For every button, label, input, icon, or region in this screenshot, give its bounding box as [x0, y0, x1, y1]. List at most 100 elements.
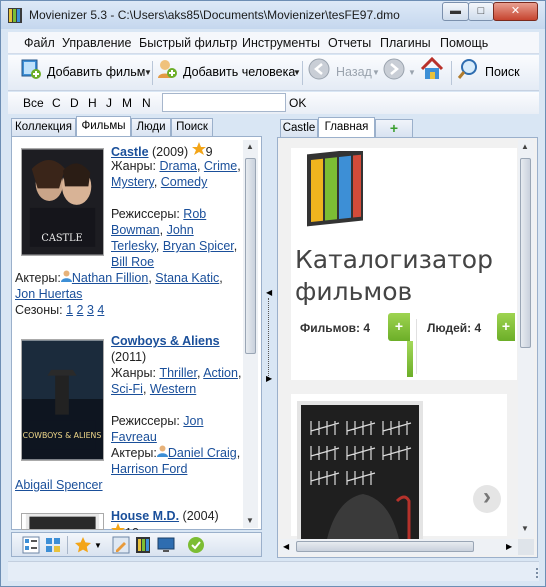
letter-n[interactable]: N: [142, 96, 151, 110]
grid-view-icon[interactable]: [44, 536, 62, 554]
scroll-thumb[interactable]: [296, 541, 474, 552]
actor-link[interactable]: Daniel Craig: [168, 446, 237, 460]
home-vertical-scrollbar[interactable]: ▲ ▼: [518, 140, 534, 538]
castle-directors: Режиссеры: Rob Bowman, John Terlesky, Br…: [111, 207, 238, 269]
actor-link[interactable]: Stana Katic: [155, 271, 219, 285]
featured-poster[interactable]: [297, 401, 423, 539]
scroll-thumb[interactable]: [245, 158, 256, 354]
edit-icon[interactable]: [112, 536, 130, 554]
menu-manage[interactable]: Управление: [62, 36, 132, 50]
view-toolbar: ▼: [11, 532, 262, 557]
accent-bar: [407, 341, 413, 377]
genre-link[interactable]: Comedy: [161, 175, 208, 189]
actor-link[interactable]: Nathan Fillion: [72, 271, 148, 285]
tab-collection[interactable]: Коллекция: [11, 118, 76, 136]
castle-poster[interactable]: CASTLE: [21, 148, 104, 256]
filmstrip-icon[interactable]: [134, 536, 152, 554]
menu-plugins[interactable]: Плагины: [380, 36, 431, 50]
toolbar-separator: [451, 61, 452, 85]
maximize-button[interactable]: □: [468, 2, 494, 21]
ok-button[interactable]: OK: [289, 96, 306, 110]
window-title: Movienizer 5.3 - C:\Users\aks85\Document…: [29, 8, 400, 22]
chevron-down-icon[interactable]: ▼: [408, 68, 416, 77]
tab-home[interactable]: Главная: [318, 117, 375, 137]
chevron-down-icon[interactable]: ▼: [372, 68, 380, 77]
cowboys-directors: Режиссеры: Jon Favreau: [111, 413, 243, 445]
genre-link[interactable]: Western: [150, 382, 196, 396]
genre-link[interactable]: Mystery: [111, 175, 154, 189]
castle-poster-text: CASTLE: [41, 233, 82, 244]
menu-quick-filter[interactable]: Быстрый фильтр: [139, 36, 237, 50]
season-link[interactable]: 2: [77, 303, 84, 317]
app-logo-icon: [8, 8, 22, 23]
actor-link[interactable]: Harrison Ford: [111, 462, 187, 476]
genre-link[interactable]: Thriller: [159, 366, 197, 380]
scroll-up-icon[interactable]: ▲: [246, 142, 254, 151]
director-link[interactable]: Bill Roe: [111, 255, 154, 269]
forward-arrow-icon[interactable]: [383, 58, 405, 80]
filter-input[interactable]: [162, 93, 286, 112]
scroll-down-icon[interactable]: ▼: [521, 524, 529, 533]
house-md-poster[interactable]: [21, 513, 104, 530]
menu-help[interactable]: Помощь: [440, 36, 488, 50]
scroll-right-icon[interactable]: ▶: [506, 542, 512, 551]
catalog-logo-icon: [307, 151, 363, 227]
season-link[interactable]: 1: [66, 303, 73, 317]
movie-rating: 10: [125, 526, 139, 530]
home-horizontal-scrollbar[interactable]: ◀ ▶: [280, 539, 518, 555]
tab-search[interactable]: Поиск: [171, 118, 213, 136]
add-movie-icon: [21, 59, 41, 79]
home-icon[interactable]: [419, 56, 445, 82]
movie-list-scrollbar[interactable]: ▲ ▼: [243, 140, 258, 528]
letter-all[interactable]: Все: [23, 96, 44, 110]
scroll-up-icon[interactable]: ▲: [521, 142, 529, 151]
genre-link[interactable]: Drama: [159, 159, 197, 173]
tab-add-new[interactable]: +: [375, 119, 413, 137]
add-movie-plus-button[interactable]: +: [388, 313, 410, 341]
star-filter-icon[interactable]: [74, 536, 92, 554]
genre-link[interactable]: Action: [203, 366, 238, 380]
castle-actors: Актеры: Nathan Fillion, Stana Katic, Jon …: [15, 270, 223, 301]
director-link[interactable]: Bryan Spicer: [163, 239, 234, 253]
genre-link[interactable]: Crime: [204, 159, 237, 173]
title-bar[interactable]: Movienizer 5.3 - C:\Users\aks85\Document…: [1, 1, 545, 29]
list-view-icon[interactable]: [22, 536, 40, 554]
letter-j[interactable]: J: [106, 96, 112, 110]
letter-h[interactable]: H: [88, 96, 97, 110]
letter-c[interactable]: C: [52, 96, 61, 110]
collapse-left-icon[interactable]: ◀: [266, 288, 272, 297]
resize-grip[interactable]: [530, 568, 538, 578]
monitor-icon[interactable]: [157, 536, 175, 554]
menu-reports[interactable]: Отчеты: [328, 36, 371, 50]
cowboys-aliens-poster[interactable]: COWBOYS & ALIENS: [21, 339, 104, 461]
movie-title[interactable]: Cowboys & Aliens: [111, 334, 220, 348]
chevron-down-icon[interactable]: ▼: [144, 68, 152, 77]
checkmark-icon[interactable]: [187, 536, 205, 554]
next-arrow-button[interactable]: ›: [473, 485, 501, 513]
minimize-button[interactable]: ▬: [442, 2, 469, 21]
scroll-left-icon[interactable]: ◀: [283, 542, 289, 551]
season-link[interactable]: 3: [87, 303, 94, 317]
scroll-down-icon[interactable]: ▼: [246, 516, 254, 525]
tab-movies[interactable]: Фильмы: [76, 116, 131, 136]
toolbar-separator: [67, 536, 68, 554]
collapse-right-icon[interactable]: ▶: [266, 374, 272, 383]
chevron-down-icon[interactable]: ▼: [293, 68, 301, 77]
genre-link[interactable]: Sci-Fi: [111, 382, 143, 396]
actor-link[interactable]: Jon Huertas: [15, 287, 82, 301]
season-link[interactable]: 4: [97, 303, 104, 317]
actor-link[interactable]: Abigail Spencer: [15, 478, 103, 492]
tab-castle[interactable]: Castle: [280, 119, 318, 137]
movie-title[interactable]: Castle: [111, 145, 149, 159]
movie-title[interactable]: House M.D.: [111, 509, 179, 523]
add-person-plus-button[interactable]: +: [497, 313, 515, 341]
tab-people[interactable]: Люди: [131, 118, 171, 136]
close-button[interactable]: ✕: [493, 2, 538, 21]
letter-m[interactable]: M: [122, 96, 132, 110]
panel-splitter[interactable]: ◀ ▶: [265, 118, 275, 558]
chevron-down-icon[interactable]: ▼: [94, 541, 102, 550]
scroll-thumb[interactable]: [520, 158, 531, 348]
menu-file[interactable]: Файл: [24, 36, 55, 50]
letter-d[interactable]: D: [70, 96, 79, 110]
menu-tools[interactable]: Инструменты: [242, 36, 320, 50]
